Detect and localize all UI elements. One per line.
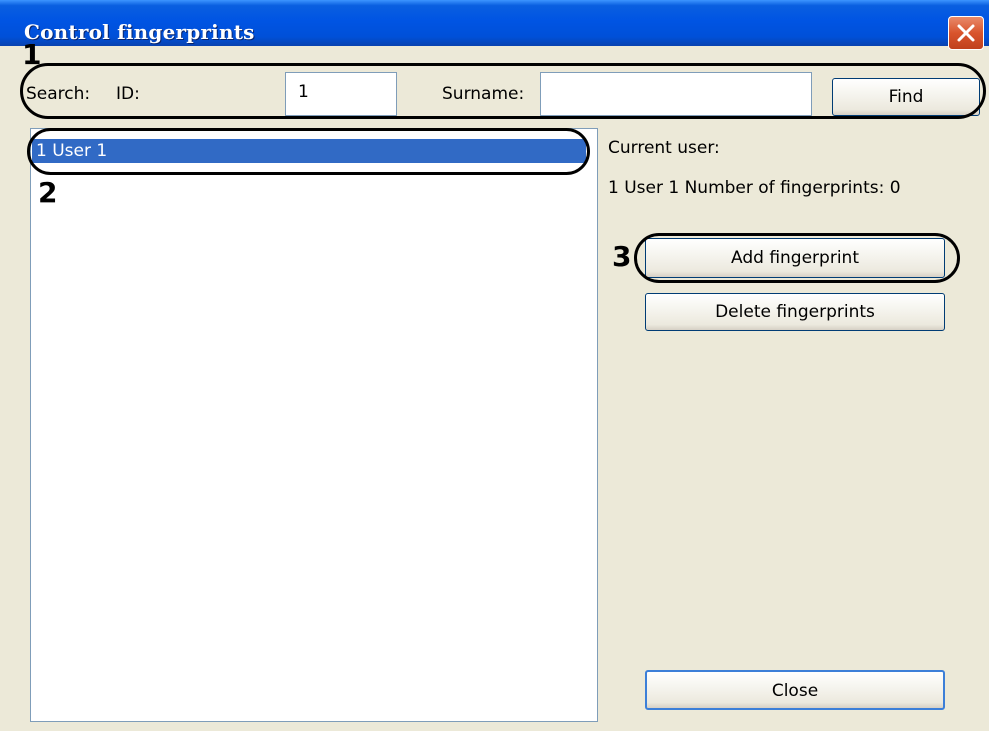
search-label: Search: — [26, 84, 91, 104]
users-list[interactable]: 1 User 1 — [30, 128, 598, 722]
close-x-glyph — [957, 24, 975, 42]
title-bar: Control fingerprints — [0, 0, 989, 50]
current-user-label: Current user: — [608, 138, 720, 158]
annotation-number-2: 2 — [38, 176, 58, 209]
list-item-user-1[interactable]: 1 User 1 — [32, 139, 586, 163]
current-user-info: 1 User 1 Number of fingerprints: 0 — [608, 178, 901, 198]
control-fingerprints-dialog: Control fingerprints Search: ID: 1 Surna… — [0, 0, 989, 731]
id-label: ID: — [116, 84, 140, 104]
id-input[interactable]: 1 — [285, 72, 397, 116]
close-icon[interactable] — [948, 16, 984, 50]
annotation-number-3: 3 — [612, 240, 632, 273]
annotation-number-1: 1 — [22, 38, 42, 71]
window-title: Control fingerprints — [24, 20, 255, 44]
add-fingerprint-button[interactable]: Add fingerprint — [645, 238, 945, 278]
find-button[interactable]: Find — [832, 78, 980, 116]
surname-input[interactable] — [540, 72, 812, 116]
surname-label: Surname: — [442, 84, 525, 104]
delete-fingerprints-button[interactable]: Delete fingerprints — [645, 293, 945, 331]
close-button[interactable]: Close — [645, 670, 945, 710]
